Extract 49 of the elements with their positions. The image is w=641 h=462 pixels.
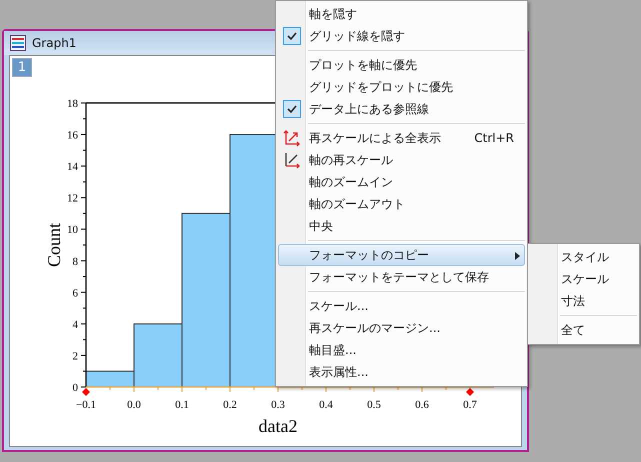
checkmark-icon [283,27,301,45]
y-tick-label: 18 [67,98,78,110]
y-tick-label: 2 [72,350,78,362]
selection-handle[interactable] [82,388,90,396]
x-tick-label: −0.1 [76,399,96,411]
y-tick-label: 0 [72,382,78,394]
axes-arrows-icon [283,129,301,147]
menu-item[interactable]: 軸のズームイン [278,171,525,193]
y-tick-label: 12 [67,192,78,205]
x-tick-label: 0.4 [319,399,333,411]
menu-item[interactable]: グリッドをプロットに優先 [278,76,525,98]
x-tick-label: 0.0 [127,399,141,411]
menu-item[interactable]: 軸目盛... [278,339,525,361]
menu-item[interactable]: 軸の再スケール [278,149,525,171]
menu-item[interactable]: 再スケールによる全表示 Ctrl+R [278,127,525,149]
axes-icon [283,151,301,169]
y-tick-label: 14 [67,161,78,174]
menu-item[interactable]: スケール [530,268,637,290]
y-tick-label: 8 [72,256,78,268]
x-tick-label: 0.3 [271,399,285,411]
x-tick-label: 0.6 [415,399,429,411]
x-tick-label: 0.5 [367,399,381,411]
menu-item[interactable]: プロットを軸に優先 [278,54,525,76]
x-tick-label: 0.1 [175,399,189,411]
graph-window-icon [10,35,26,51]
submenu-arrow-icon [515,252,520,260]
menu-item[interactable]: 再スケールのマージン... [278,317,525,339]
checkmark-icon [283,100,301,118]
menu-item[interactable]: 中央 [278,215,525,237]
menu-item[interactable]: 全て [530,319,637,341]
menu-item[interactable]: 寸法 [530,290,637,312]
menu-item[interactable]: スタイル [530,246,637,268]
menu-item[interactable]: データ上にある参照線 [278,98,525,120]
y-tick-label: 10 [67,224,78,236]
menu-item[interactable]: フォーマットのコピー [278,244,525,266]
x-axis-title: data2 [258,416,298,436]
y-tick-label: 16 [67,130,78,142]
menu-item[interactable]: フォーマットをテーマとして保存 [278,266,525,288]
x-tick-label: 0.7 [463,399,477,411]
y-tick-label: 4 [72,318,78,331]
menu-item[interactable]: スケール... [278,295,525,317]
menu-item[interactable]: 軸のズームアウト [278,193,525,215]
menu-item[interactable]: 表示属性... [278,361,525,383]
y-tick-label: 6 [72,287,78,300]
x-tick-label: 0.2 [223,399,237,411]
menu-item[interactable]: グリッド線を隠す [278,25,525,47]
menu-item[interactable]: 軸を隠す [278,3,525,25]
y-axis-title: Count [44,222,64,267]
window-title: Graph1 [32,36,76,50]
